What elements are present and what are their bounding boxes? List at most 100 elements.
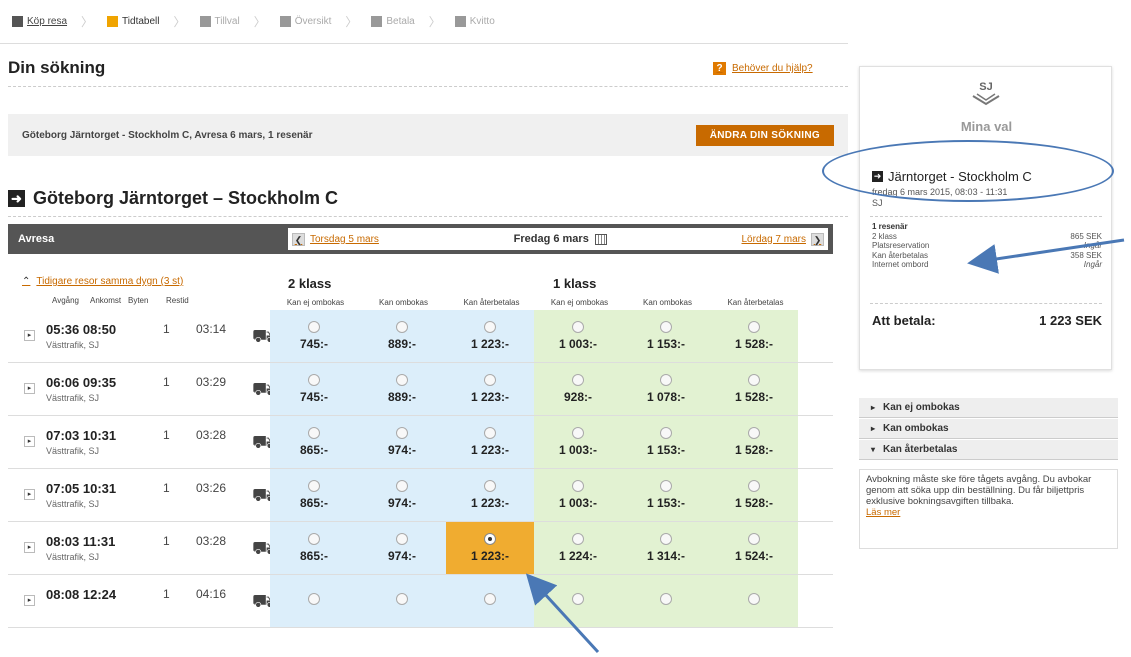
fare-option[interactable]: 1 078:- xyxy=(622,363,710,415)
fare-option[interactable]: 1 528:- xyxy=(710,469,798,521)
fare-option[interactable] xyxy=(270,575,358,627)
fare-price: 865:- xyxy=(299,549,328,563)
fare-option[interactable]: 1 223:- xyxy=(446,416,534,468)
expand-icon[interactable]: ▸ xyxy=(24,542,35,553)
radio-button[interactable] xyxy=(308,321,320,333)
current-date-label: Fredag 6 mars xyxy=(513,233,589,245)
fare-option[interactable]: 1 528:- xyxy=(710,310,798,362)
fare-option[interactable]: 889:- xyxy=(358,363,446,415)
fare-option[interactable]: 745:- xyxy=(270,363,358,415)
fare-option[interactable]: 974:- xyxy=(358,522,446,574)
chevron-right-icon: ❯ xyxy=(810,232,824,246)
accordion-kan-ej-ombokas[interactable]: ▸ Kan ej ombokas xyxy=(859,398,1118,418)
expand-icon[interactable]: ▸ xyxy=(24,383,35,394)
radio-button[interactable] xyxy=(484,593,496,605)
fare-option[interactable]: 1 223:- xyxy=(446,363,534,415)
radio-button[interactable] xyxy=(396,533,408,545)
radio-button[interactable] xyxy=(660,321,672,333)
expand-icon[interactable]: ▸ xyxy=(24,489,35,500)
fare-option[interactable]: 889:- xyxy=(358,310,446,362)
radio-button[interactable] xyxy=(660,427,672,439)
radio-button[interactable] xyxy=(748,321,760,333)
fare-option[interactable]: 1 528:- xyxy=(710,416,798,468)
change-search-button[interactable]: ÄNDRA DIN SÖKNING xyxy=(695,124,834,146)
next-date-link[interactable]: Lördag 7 mars ❯ xyxy=(742,232,824,246)
radio-button[interactable] xyxy=(572,427,584,439)
fare-option[interactable] xyxy=(446,575,534,627)
fare-option[interactable]: 1 524:- xyxy=(710,522,798,574)
fare-option[interactable]: 745:- xyxy=(270,310,358,362)
expand-icon[interactable]: ▸ xyxy=(24,330,35,341)
calendar-icon[interactable] xyxy=(594,233,607,245)
step-kop-resa[interactable]: Köp resa xyxy=(12,16,67,27)
radio-button[interactable] xyxy=(572,374,584,386)
radio-button[interactable] xyxy=(660,533,672,545)
fare-option[interactable]: 865:- xyxy=(270,469,358,521)
help-link[interactable]: ? Behöver du hjälp? xyxy=(713,62,813,75)
radio-button[interactable] xyxy=(660,480,672,492)
fare-option[interactable]: 1 003:- xyxy=(534,310,622,362)
fare-price: 1 524:- xyxy=(734,549,774,563)
expand-icon[interactable]: ▸ xyxy=(24,595,35,606)
radio-button[interactable] xyxy=(308,593,320,605)
radio-button[interactable] xyxy=(748,374,760,386)
fare-option[interactable]: 865:- xyxy=(270,522,358,574)
radio-button[interactable] xyxy=(572,593,584,605)
radio-button[interactable] xyxy=(572,480,584,492)
accordion-kan-ombokas[interactable]: ▸ Kan ombokas xyxy=(859,419,1118,439)
accordion-kan-aterbetalas[interactable]: ▾ Kan återbetalas xyxy=(859,440,1118,460)
radio-button[interactable] xyxy=(748,480,760,492)
expand-icon[interactable]: ▸ xyxy=(24,436,35,447)
radio-button[interactable] xyxy=(484,427,496,439)
prev-date-link[interactable]: ❮ Torsdag 5 mars xyxy=(292,232,379,246)
radio-button[interactable] xyxy=(484,321,496,333)
radio-button[interactable] xyxy=(660,374,672,386)
radio-button[interactable] xyxy=(396,321,408,333)
radio-button[interactable] xyxy=(748,427,760,439)
earlier-trips-link[interactable]: ⌃ Tidigare resor samma dygn (3 st) xyxy=(22,276,183,287)
radio-button[interactable] xyxy=(396,480,408,492)
radio-button[interactable] xyxy=(572,533,584,545)
radio-button[interactable] xyxy=(748,593,760,605)
radio-button[interactable] xyxy=(660,593,672,605)
step-label: Tidtabell xyxy=(122,16,160,27)
fare-option[interactable]: 1 153:- xyxy=(622,469,710,521)
fare-option[interactable] xyxy=(358,575,446,627)
radio-button[interactable] xyxy=(748,533,760,545)
radio-button[interactable] xyxy=(396,593,408,605)
fare-option[interactable]: 865:- xyxy=(270,416,358,468)
fare-option[interactable]: 1 224:- xyxy=(534,522,622,574)
fare-option[interactable] xyxy=(710,575,798,627)
radio-button[interactable] xyxy=(572,321,584,333)
fare-option[interactable]: 1 223:- xyxy=(446,522,534,574)
fare-option[interactable]: 1 153:- xyxy=(622,310,710,362)
fare-price: 865:- xyxy=(299,443,328,457)
fare-option[interactable]: 1 003:- xyxy=(534,416,622,468)
radio-button[interactable] xyxy=(396,427,408,439)
radio-button[interactable] xyxy=(484,374,496,386)
radio-button[interactable] xyxy=(308,374,320,386)
fare-option[interactable]: 974:- xyxy=(358,416,446,468)
fare-option[interactable] xyxy=(534,575,622,627)
step-label: Tillval xyxy=(214,16,240,27)
radio-button[interactable] xyxy=(484,480,496,492)
fare-option[interactable] xyxy=(622,575,710,627)
radio-button[interactable] xyxy=(484,533,496,545)
fare-option[interactable]: 1 314:- xyxy=(622,522,710,574)
fare-option[interactable]: 1 153:- xyxy=(622,416,710,468)
fare-option[interactable]: 974:- xyxy=(358,469,446,521)
radio-button[interactable] xyxy=(308,427,320,439)
travel-duration: 03:29 xyxy=(196,375,227,389)
operator: Västtrafik, SJ xyxy=(46,393,100,403)
radio-button[interactable] xyxy=(308,480,320,492)
table-row: ▸ 08:08 12:24 1 04:16 ⛟ xyxy=(8,575,833,628)
fare-option[interactable]: 928:- xyxy=(534,363,622,415)
fare-option[interactable]: 1 528:- xyxy=(710,363,798,415)
fare-option[interactable]: 1 223:- xyxy=(446,469,534,521)
fare-option[interactable]: 1 003:- xyxy=(534,469,622,521)
radio-button[interactable] xyxy=(396,374,408,386)
fare-option[interactable]: 1 223:- xyxy=(446,310,534,362)
operator: Västtrafik, SJ xyxy=(46,446,100,456)
radio-button[interactable] xyxy=(308,533,320,545)
read-more-link[interactable]: Läs mer xyxy=(866,507,1111,518)
